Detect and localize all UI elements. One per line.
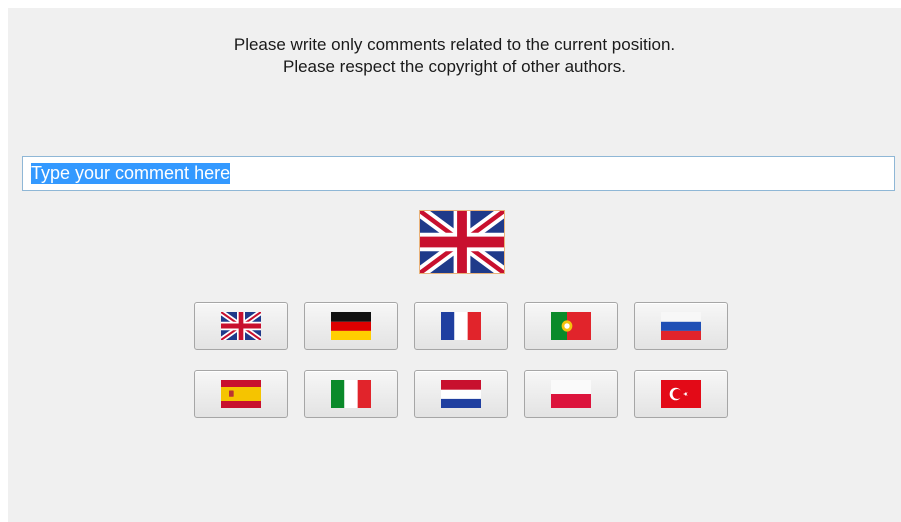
italy-flag-icon — [331, 380, 371, 408]
spain-flag-icon — [221, 380, 261, 408]
turkey-flag-icon — [661, 380, 701, 408]
russia-flag-icon — [661, 312, 701, 340]
uk-flag-icon — [221, 312, 261, 340]
notice-text: Please write only comments related to th… — [8, 34, 901, 78]
language-button-polish[interactable] — [524, 370, 618, 418]
language-button-turkish[interactable] — [634, 370, 728, 418]
language-button-grid — [194, 302, 728, 418]
language-button-portuguese[interactable] — [524, 302, 618, 350]
germany-flag-icon — [331, 312, 371, 340]
portugal-flag-icon — [551, 312, 591, 340]
language-button-german[interactable] — [304, 302, 398, 350]
netherlands-flag-icon — [441, 380, 481, 408]
language-button-french[interactable] — [414, 302, 508, 350]
comment-input[interactable] — [22, 156, 895, 191]
notice-line-2: Please respect the copyright of other au… — [282, 57, 627, 76]
language-button-italian[interactable] — [304, 370, 398, 418]
language-button-english[interactable] — [194, 302, 288, 350]
notice-line-1: Please write only comments related to th… — [233, 35, 676, 54]
selected-language-flag — [419, 210, 505, 274]
poland-flag-icon — [551, 380, 591, 408]
uk-flag-icon — [420, 211, 504, 273]
france-flag-icon — [441, 312, 481, 340]
language-button-russian[interactable] — [634, 302, 728, 350]
language-button-spanish[interactable] — [194, 370, 288, 418]
language-button-dutch[interactable] — [414, 370, 508, 418]
comment-dialog: Please write only comments related to th… — [8, 8, 901, 522]
